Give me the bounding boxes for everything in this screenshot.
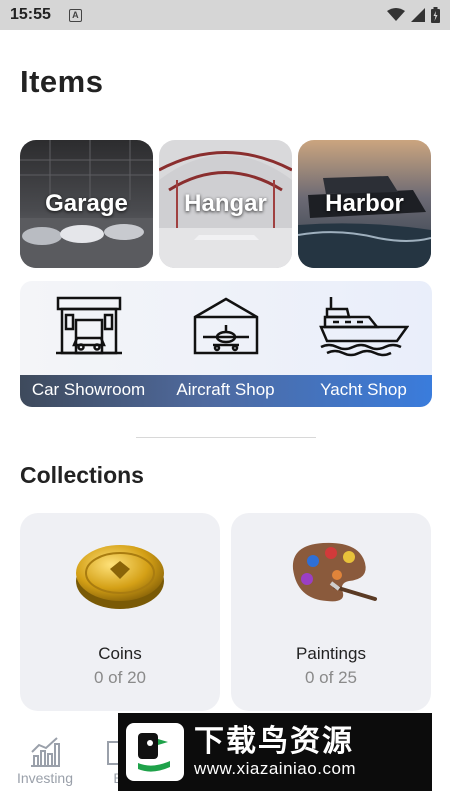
bird-logo-icon	[138, 733, 170, 772]
car-showroom-button[interactable]: Car Showroom	[20, 281, 157, 407]
watermark-banner: 下载鸟资源 www.xiazainiao.com	[118, 713, 432, 791]
hangar-card[interactable]: Hangar	[159, 140, 292, 268]
coins-name: Coins	[98, 644, 142, 663]
harbor-card[interactable]: Harbor	[298, 140, 431, 268]
yacht-shop-button[interactable]: Yacht Shop	[295, 281, 432, 407]
page-title: Items	[20, 64, 104, 99]
paintings-count: 0 of 25	[305, 668, 357, 687]
status-time: 15:55	[10, 6, 51, 23]
yacht-icon	[318, 297, 409, 357]
harbor-label: Harbor	[325, 190, 404, 217]
watermark-logo	[126, 723, 184, 781]
nav-investing-label: Investing	[16, 770, 74, 786]
divider	[136, 437, 316, 438]
battery-icon	[431, 7, 440, 23]
aircraft-shop-button[interactable]: Aircraft Shop	[157, 281, 294, 407]
chart-icon	[31, 737, 60, 767]
wifi-icon	[387, 8, 405, 21]
coins-count: 0 of 20	[94, 668, 146, 687]
hangar-label: Hangar	[184, 190, 267, 217]
nav-investing[interactable]: Investing	[15, 736, 75, 786]
status-bar: 15:55 A	[0, 0, 450, 30]
coin-icon	[76, 545, 164, 609]
collections-title: Collections	[20, 462, 144, 488]
paintings-card[interactable]: Paintings 0 of 25	[231, 513, 431, 711]
garage-label: Garage	[45, 190, 128, 217]
car-showroom-label: Car Showroom	[31, 380, 146, 399]
paintings-name: Paintings	[296, 644, 366, 663]
aircraft-hangar-icon	[193, 297, 258, 355]
yacht-shop-label: Yacht Shop	[320, 380, 407, 399]
car-showroom-icon	[55, 296, 122, 355]
garage-card[interactable]: Garage	[20, 140, 153, 268]
watermark-url: www.xiazainiao.com	[194, 759, 357, 778]
watermark-text: 下载鸟资源 www.xiazainiao.com	[194, 725, 356, 779]
aircraft-shop-label: Aircraft Shop	[176, 380, 275, 399]
notification-icon: A	[68, 8, 82, 22]
status-icons	[387, 7, 440, 23]
coins-card[interactable]: Coins 0 of 20	[20, 513, 220, 711]
watermark-title: 下载鸟资源	[194, 725, 354, 758]
signal-icon	[411, 8, 425, 22]
shops-panel: Car Showroom Aircraft Shop Yacht Shop	[20, 281, 432, 407]
palette-icon	[292, 542, 377, 602]
